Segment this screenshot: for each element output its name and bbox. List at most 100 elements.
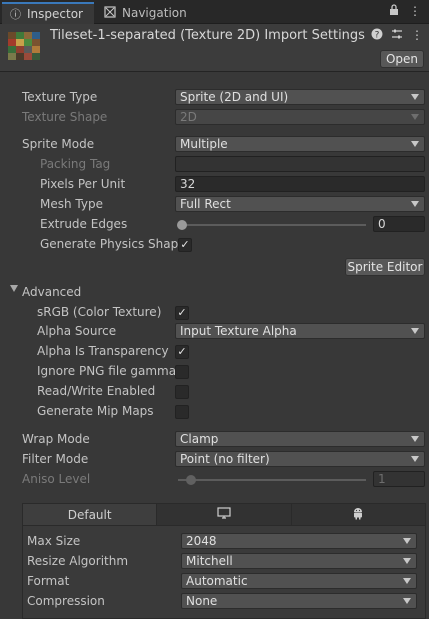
alpha-source-dropdown[interactable]: Input Texture Alpha	[175, 323, 425, 339]
tab-standalone[interactable]	[157, 504, 292, 525]
pixels-per-unit-field[interactable]: 32	[175, 176, 425, 192]
format-row: Format Automatic	[23, 572, 425, 592]
filter-mode-label: Filter Mode	[22, 452, 89, 466]
compression-row: Compression None	[23, 592, 425, 612]
generate-mip-maps-row: Generate Mip Maps	[0, 402, 429, 422]
alpha-source-value: Input Texture Alpha	[180, 324, 297, 338]
mesh-type-dropdown[interactable]: Full Rect	[175, 196, 425, 212]
read-write-checkbox[interactable]	[175, 385, 189, 399]
navigation-icon	[104, 5, 116, 21]
chevron-down-icon	[403, 558, 411, 564]
srgb-row: sRGB (Color Texture) ✓	[0, 303, 429, 323]
compression-dropdown[interactable]: None	[181, 593, 417, 609]
mesh-type-row: Mesh Type Full Rect	[0, 195, 429, 215]
tab-android[interactable]	[291, 504, 425, 525]
extrude-edges-slider-track[interactable]	[180, 224, 366, 226]
chevron-down-icon	[403, 578, 411, 584]
max-size-label: Max Size	[27, 534, 81, 548]
sprite-mode-dropdown[interactable]: Multiple	[175, 136, 425, 152]
texture-thumbnail	[8, 32, 40, 60]
alpha-source-label: Alpha Source	[37, 324, 117, 338]
chevron-down-icon	[411, 456, 419, 462]
monitor-icon	[217, 507, 231, 522]
chevron-down-icon	[411, 201, 419, 207]
texture-shape-label: Texture Shape	[22, 110, 108, 124]
window-tab-bar: ⓘ Inspector Navigation ⋮	[0, 0, 429, 24]
alpha-is-transparency-label: Alpha Is Transparency	[37, 344, 169, 358]
packing-tag-row: Packing Tag	[0, 155, 429, 175]
generate-physics-shape-label: Generate Physics Shape	[40, 237, 186, 251]
mesh-type-label: Mesh Type	[40, 197, 103, 211]
texture-shape-value: 2D	[180, 110, 197, 124]
wrap-mode-value: Clamp	[180, 432, 219, 446]
chevron-down-icon	[411, 436, 419, 442]
max-size-value: 2048	[186, 534, 217, 548]
ignore-png-gamma-label: Ignore PNG file gamma	[37, 364, 177, 378]
texture-type-dropdown[interactable]: Sprite (2D and UI)	[175, 89, 425, 105]
texture-shape-dropdown: 2D	[175, 109, 425, 125]
open-button[interactable]: Open	[380, 50, 424, 68]
generate-mip-maps-checkbox[interactable]	[175, 405, 189, 419]
inspector-header: Tileset-1-separated (Texture 2D) Import …	[0, 24, 429, 72]
tab-default-label: Default	[67, 507, 112, 522]
foldout-arrow-icon[interactable]	[10, 285, 18, 292]
format-label: Format	[27, 574, 70, 588]
lock-icon[interactable]	[389, 4, 399, 19]
chevron-down-icon	[403, 598, 411, 604]
aniso-level-label: Aniso Level	[22, 472, 91, 486]
wrap-mode-dropdown[interactable]: Clamp	[175, 431, 425, 447]
texture-shape-row: Texture Shape 2D	[0, 108, 429, 128]
resize-algorithm-dropdown[interactable]: Mitchell	[181, 553, 417, 569]
wrap-mode-label: Wrap Mode	[22, 432, 90, 446]
tab-inspector[interactable]: ⓘ Inspector	[2, 2, 94, 24]
compression-value: None	[186, 594, 218, 608]
srgb-checkbox[interactable]: ✓	[175, 306, 189, 320]
tab-navigation-label: Navigation	[122, 6, 187, 20]
srgb-label: sRGB (Color Texture)	[37, 305, 162, 319]
format-value: Automatic	[186, 574, 248, 588]
texture-type-row: Texture Type Sprite (2D and UI)	[0, 88, 429, 108]
android-icon	[352, 507, 364, 523]
platform-settings-panel: Default Max Size 2048 Resize Algorithm M…	[22, 503, 426, 619]
extrude-edges-slider-thumb[interactable]	[177, 220, 187, 230]
presets-icon[interactable]	[391, 28, 403, 43]
sprite-mode-row: Sprite Mode Multiple	[0, 135, 429, 155]
aniso-level-slider-track	[178, 479, 366, 481]
chevron-down-icon	[403, 538, 411, 544]
extrude-edges-label: Extrude Edges	[40, 217, 128, 231]
alpha-source-row: Alpha Source Input Texture Alpha	[0, 322, 429, 342]
aniso-level-slider-thumb	[186, 475, 196, 485]
chevron-down-icon	[411, 141, 419, 147]
generate-physics-shape-checkbox[interactable]: ✓	[178, 238, 192, 252]
more-menu-icon[interactable]: ⋮	[411, 28, 423, 43]
ignore-png-gamma-checkbox[interactable]	[175, 365, 189, 379]
alpha-is-transparency-row: Alpha Is Transparency ✓	[0, 342, 429, 362]
more-menu-icon[interactable]: ⋮	[409, 4, 421, 19]
filter-mode-row: Filter Mode Point (no filter)	[0, 450, 429, 470]
help-icon[interactable]: ?	[371, 28, 383, 43]
filter-mode-dropdown[interactable]: Point (no filter)	[175, 451, 425, 467]
extrude-edges-field[interactable]: 0	[373, 216, 425, 232]
tab-navigation[interactable]: Navigation	[96, 2, 196, 24]
texture-type-label: Texture Type	[22, 90, 98, 104]
sprite-editor-button[interactable]: Sprite Editor	[345, 258, 425, 276]
texture-type-value: Sprite (2D and UI)	[180, 90, 289, 104]
tab-default[interactable]: Default	[23, 504, 158, 525]
resize-algorithm-label: Resize Algorithm	[27, 554, 129, 568]
aniso-level-row: Aniso Level 1	[0, 470, 429, 490]
advanced-label: Advanced	[22, 285, 82, 299]
generate-mip-maps-label: Generate Mip Maps	[37, 404, 154, 418]
wrap-mode-row: Wrap Mode Clamp	[0, 430, 429, 450]
format-dropdown[interactable]: Automatic	[181, 573, 417, 589]
resize-algorithm-row: Resize Algorithm Mitchell	[23, 552, 425, 572]
compression-label: Compression	[27, 594, 105, 608]
pixels-per-unit-label: Pixels Per Unit	[40, 177, 126, 191]
max-size-dropdown[interactable]: 2048	[181, 533, 417, 549]
mesh-type-value: Full Rect	[180, 197, 231, 211]
advanced-foldout[interactable]: Advanced	[0, 283, 429, 303]
chevron-down-icon	[411, 114, 419, 120]
alpha-is-transparency-checkbox[interactable]: ✓	[175, 345, 189, 359]
packing-tag-label: Packing Tag	[40, 157, 111, 171]
generate-physics-shape-row: Generate Physics Shape ✓	[0, 235, 429, 255]
filter-mode-value: Point (no filter)	[180, 452, 270, 466]
